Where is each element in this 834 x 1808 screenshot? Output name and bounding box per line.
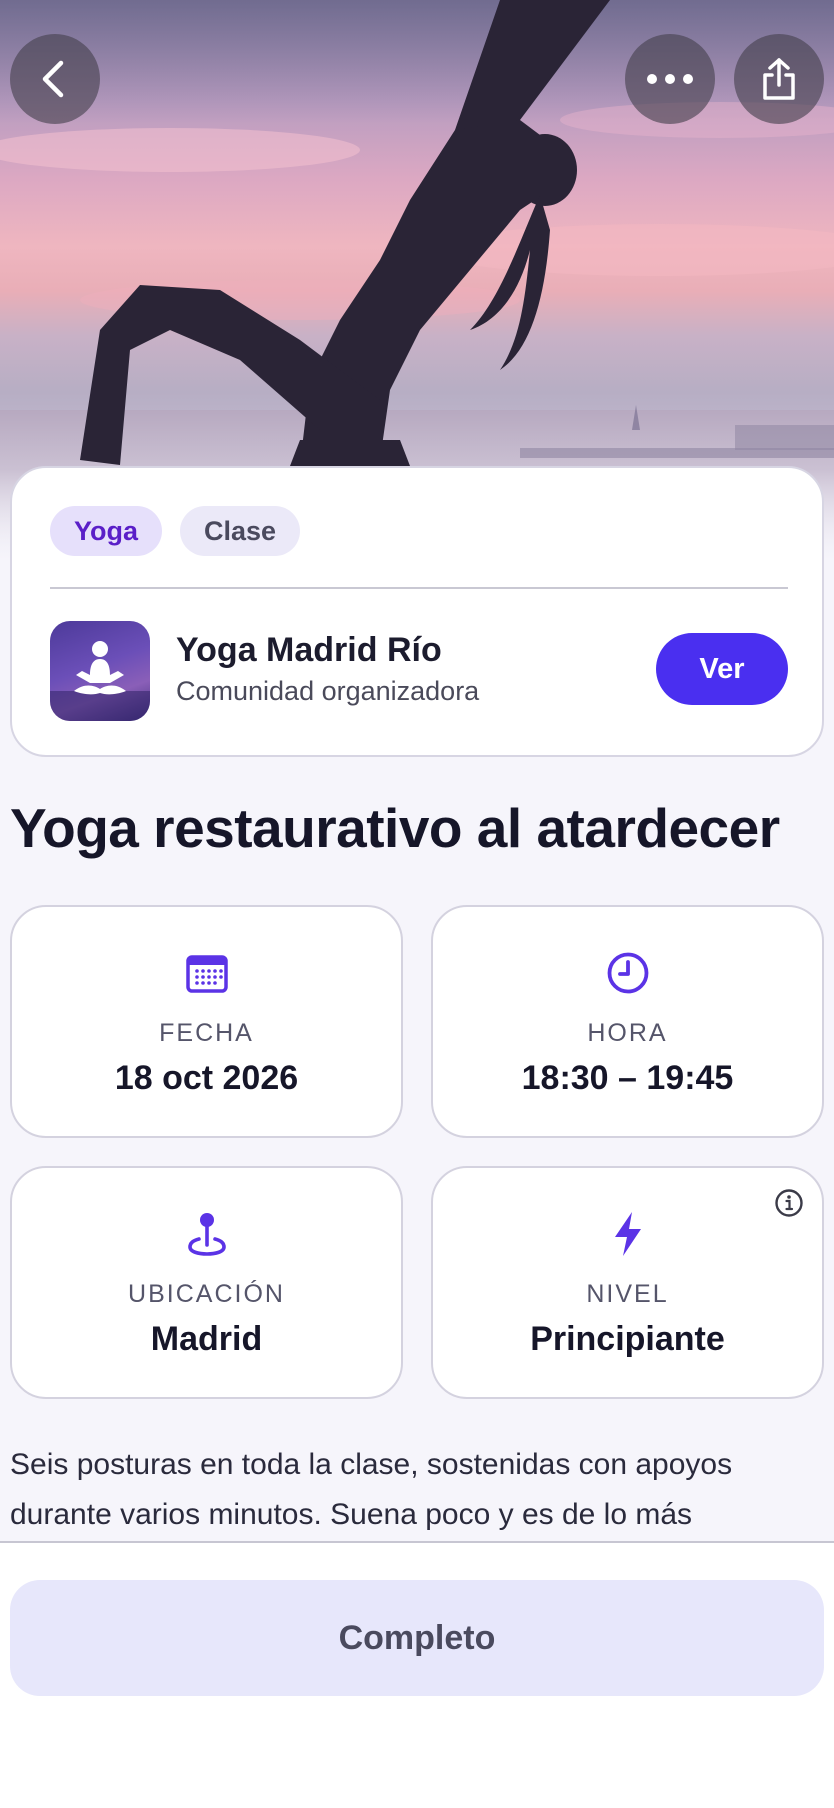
location-pin-icon: [183, 1210, 231, 1258]
organizer-name[interactable]: Yoga Madrid Río: [176, 631, 442, 670]
organizer-card: Yoga Clase Yoga Madrid Río Comunidad org…: [10, 466, 824, 757]
info-icon[interactable]: [774, 1188, 804, 1218]
calendar-icon: [183, 949, 231, 997]
organizer-logo[interactable]: [50, 621, 150, 721]
divider: [50, 587, 788, 589]
event-description: Seis posturas en toda la clase, sostenid…: [10, 1448, 733, 1531]
share-icon: [763, 58, 795, 100]
location-label: UBICACIÓN: [128, 1280, 285, 1308]
lightning-icon: [604, 1210, 652, 1258]
date-label: FECHA: [159, 1019, 254, 1047]
tag-yoga[interactable]: Yoga: [50, 506, 162, 556]
level-label: NIVEL: [586, 1280, 669, 1308]
back-button[interactable]: [10, 34, 100, 124]
date-value: 18 oct 2026: [114, 1059, 299, 1097]
organizer-subtitle: Comunidad organizadora: [176, 676, 480, 706]
meditation-icon: [50, 641, 150, 721]
date-card: FECHA 18 oct 2026: [10, 905, 403, 1138]
level-value: Principiante: [530, 1320, 725, 1358]
time-value: 18:30 – 19:45: [521, 1059, 734, 1097]
time-label: HORA: [587, 1019, 668, 1047]
share-button[interactable]: [734, 34, 824, 124]
time-card: HORA 18:30 – 19:45: [431, 905, 824, 1138]
level-card: NIVEL Principiante: [431, 1166, 824, 1399]
more-options-button[interactable]: [625, 34, 715, 124]
chevron-left-icon: [42, 60, 64, 98]
view-organizer-button[interactable]: Ver: [656, 633, 788, 705]
complete-status-button[interactable]: Completo: [10, 1580, 824, 1696]
clock-icon: [604, 949, 652, 997]
event-title: Yoga restaurativo al atardecer: [10, 797, 780, 859]
ellipsis-icon: [647, 74, 693, 84]
location-value: Madrid: [150, 1320, 263, 1358]
location-card[interactable]: UBICACIÓN Madrid: [10, 1166, 403, 1399]
tag-clase[interactable]: Clase: [180, 506, 300, 556]
